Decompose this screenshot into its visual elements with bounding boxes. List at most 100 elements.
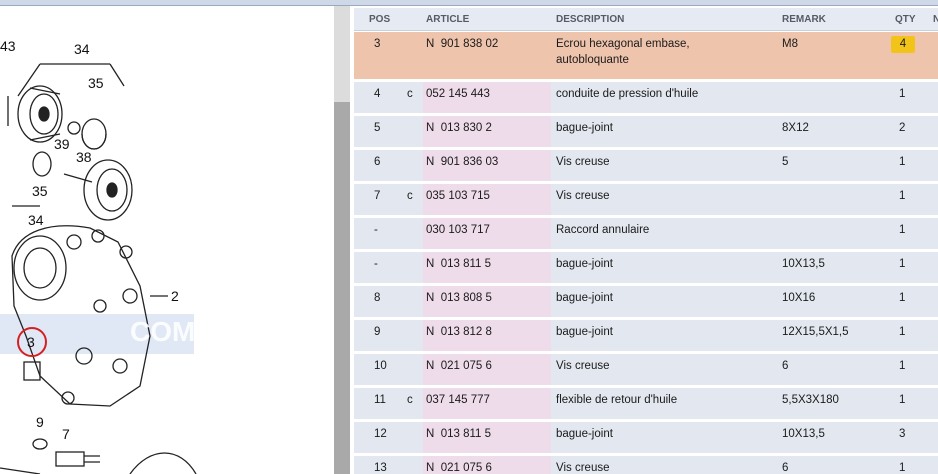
cell-qty: 1 — [899, 258, 906, 270]
cell-pos: 7 — [374, 190, 381, 202]
cell-pos: 6 — [374, 156, 381, 168]
callout-34-lower[interactable]: 34 — [28, 212, 44, 228]
cell-article[interactable]: N 013 808 5 — [426, 290, 492, 306]
table-row[interactable]: 8 N 013 808 5 bague-joint 10X16 1 — [354, 286, 938, 317]
cell-qty: 1 — [899, 462, 906, 474]
cell-article[interactable]: N 013 830 2 — [426, 120, 492, 136]
table-row[interactable]: 6 N 901 836 03 Vis creuse 5 1 — [354, 150, 938, 181]
cell-flag: c — [407, 394, 413, 406]
table-row[interactable]: 9 N 013 812 8 bague-joint 12X15,5X1,5 1 — [354, 320, 938, 351]
header-pos[interactable]: POS — [369, 14, 390, 25]
cell-article[interactable]: 052 145 443 — [426, 86, 490, 102]
cell-remark: 5,5X3X180 — [782, 394, 839, 406]
table-row[interactable]: - 030 103 717 Raccord annulaire 1 — [354, 218, 938, 249]
cell-qty: 3 — [899, 428, 906, 440]
cell-pos: 13 — [374, 462, 387, 474]
cell-pos: 9 — [374, 326, 381, 338]
callout-3-highlighted[interactable]: 3 — [27, 334, 35, 350]
cell-article[interactable]: 035 103 715 — [426, 188, 490, 204]
cell-description: bague-joint — [556, 258, 613, 270]
table-row-selected[interactable]: 3 N 901 838 02 Ecrou hexagonal embase, aut… — [354, 32, 938, 79]
cell-qty: 1 — [899, 326, 906, 338]
cell-pos: 5 — [374, 122, 381, 134]
callout-43[interactable]: 43 — [0, 38, 16, 54]
cell-description: conduite de pression d'huile — [556, 88, 699, 100]
table-row[interactable]: 5 N 013 830 2 bague-joint 8X12 2 — [354, 116, 938, 147]
callout-7[interactable]: 7 — [62, 426, 70, 442]
callout-9[interactable]: 9 — [36, 414, 44, 430]
cell-qty: 1 — [899, 292, 906, 304]
callout-34-top[interactable]: 34 — [74, 41, 90, 57]
cell-pos: 11 — [374, 394, 386, 406]
cell-article[interactable]: N 013 812 8 — [426, 324, 492, 340]
cell-qty: 2 — [899, 122, 906, 134]
cell-remark: 6 — [782, 360, 789, 372]
table-row[interactable]: 7 c 035 103 715 Vis creuse 1 — [354, 184, 938, 215]
cell-flag: c — [407, 88, 413, 100]
cell-description: bague-joint — [556, 428, 613, 440]
cell-description: Vis creuse — [556, 190, 610, 202]
cell-description: Vis creuse — [556, 360, 610, 372]
header-remark[interactable]: REMARK — [782, 14, 826, 25]
cell-pos: - — [374, 224, 378, 236]
header-qty[interactable]: QTY — [895, 14, 916, 25]
cell-qty: 1 — [899, 360, 906, 372]
cell-remark: 10X13,5 — [782, 258, 825, 270]
callout-35-top[interactable]: 35 — [88, 75, 104, 91]
cell-qty: 1 — [899, 224, 906, 236]
cell-qty: 1 — [899, 394, 906, 406]
cell-article[interactable]: N 013 811 5 — [426, 256, 491, 272]
cell-description: Ecrou hexagonal embase, autobloquante — [556, 38, 690, 66]
cell-article[interactable]: 037 145 777 — [426, 392, 490, 408]
cell-pos: 12 — [374, 428, 387, 440]
cell-qty: 1 — [899, 156, 906, 168]
cell-description: flexible de retour d'huile — [556, 394, 678, 406]
cell-pos: 3 — [374, 38, 381, 50]
cell-description: Raccord annulaire — [556, 224, 650, 236]
cell-remark: 5 — [782, 156, 789, 168]
callout-39[interactable]: 39 — [54, 136, 70, 152]
callout-35-lower[interactable]: 35 — [32, 183, 48, 199]
header-description[interactable]: DESCRIPTION — [556, 14, 624, 25]
table-row[interactable]: 4 c 052 145 443 conduite de pression d'huil… — [354, 82, 938, 113]
cell-description: Vis creuse — [556, 462, 610, 474]
table-row[interactable]: - N 013 811 5 bague-joint 10X13,5 1 — [354, 252, 938, 283]
table-header: POS ARTICLE DESCRIPTION REMARK QTY N — [354, 8, 938, 31]
table-row[interactable]: 13 N 021 075 6 Vis creuse 6 1 — [354, 456, 938, 474]
cell-description: bague-joint — [556, 292, 613, 304]
cell-pos: 8 — [374, 292, 381, 304]
cell-article[interactable]: N 021 075 6 — [426, 358, 492, 374]
scrollbar-thumb[interactable] — [334, 102, 350, 474]
cell-pos: - — [374, 258, 378, 270]
cell-pos: 10 — [374, 360, 387, 372]
cell-description: bague-joint — [556, 326, 613, 338]
cell-remark: 12X15,5X1,5 — [782, 326, 849, 338]
cell-description: Vis creuse — [556, 156, 610, 168]
cell-remark: 10X16 — [782, 292, 816, 304]
cell-remark: 6 — [782, 462, 789, 474]
table-row[interactable]: 11 c 037 145 777 flexible de retour d'huile… — [354, 388, 938, 419]
cell-qty: 1 — [899, 88, 906, 100]
cell-article[interactable]: N 901 838 02 — [426, 36, 498, 52]
diagram-drawing — [0, 63, 197, 474]
cell-flag: c — [407, 190, 413, 202]
callout-2[interactable]: 2 — [171, 288, 179, 304]
cell-article[interactable]: N 021 075 6 — [426, 460, 492, 474]
parts-table: POS ARTICLE DESCRIPTION REMARK QTY N 3 N … — [350, 6, 938, 474]
header-extra[interactable]: N — [933, 14, 938, 25]
cell-remark: 8X12 — [782, 122, 809, 134]
table-row[interactable]: 12 N 013 811 5 bague-joint 10X13,5 3 — [354, 422, 938, 453]
table-row[interactable]: 10 N 021 075 6 Vis creuse 6 1 — [354, 354, 938, 385]
diagram-scrollbar[interactable] — [334, 6, 350, 474]
cell-pos: 4 — [374, 88, 381, 100]
cell-article[interactable]: 030 103 717 — [426, 222, 490, 238]
cell-remark: M8 — [782, 38, 798, 50]
header-article[interactable]: ARTICLE — [426, 14, 469, 25]
qty-badge: 4 — [891, 36, 915, 53]
cell-article[interactable]: N 013 811 5 — [426, 426, 491, 442]
exploded-diagram[interactable]: 43 34 35 39 38 35 34 2 3 9 7 COM — [0, 6, 334, 474]
watermark-text: COM — [130, 316, 196, 347]
callout-38[interactable]: 38 — [76, 149, 92, 165]
cell-article[interactable]: N 901 836 03 — [426, 154, 498, 170]
cell-remark: 10X13,5 — [782, 428, 825, 440]
